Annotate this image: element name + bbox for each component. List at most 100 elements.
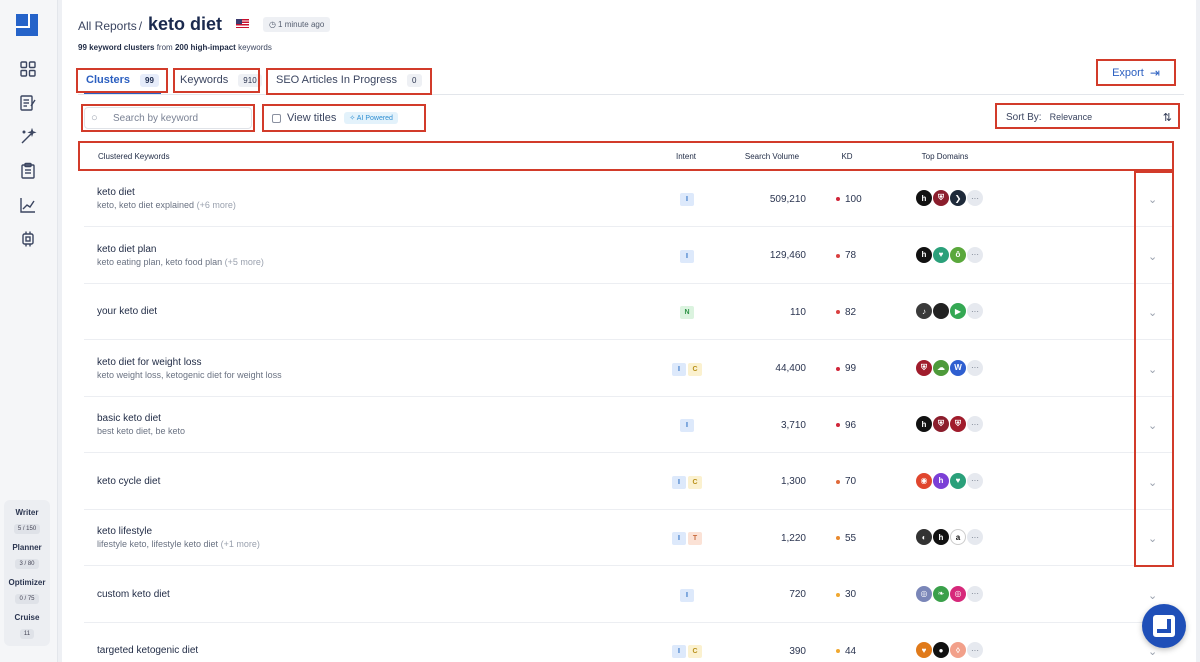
domain-favicon-icon[interactable]: ●	[933, 642, 949, 658]
domain-favicon-icon[interactable]: h	[916, 246, 932, 263]
app-logo-icon[interactable]	[16, 14, 38, 36]
cluster-keyword-title[interactable]: your keto diet	[97, 306, 157, 317]
table-row[interactable]: keto cycle diet I C 1,300 70 ◉ h ♥ ··· ⌄	[84, 454, 1172, 510]
domain-favicon-icon[interactable]: ♥	[950, 472, 966, 489]
view-titles-checkbox[interactable]	[272, 113, 281, 123]
cluster-keyword-title[interactable]: keto lifestyle	[97, 526, 152, 537]
cluster-keyword-title[interactable]: custom keto diet	[97, 589, 170, 600]
chevron-down-icon[interactable]: ⌄	[1148, 476, 1157, 489]
chevron-down-icon[interactable]: ⌄	[1148, 645, 1157, 658]
header-volume[interactable]: Search Volume	[740, 143, 804, 169]
intent-badge: I	[680, 419, 694, 432]
more-domains-icon[interactable]: ···	[967, 416, 983, 432]
cluster-keyword-title[interactable]: keto cycle diet	[97, 476, 160, 487]
domain-favicon-icon[interactable]: ◎	[916, 585, 932, 602]
more-domains-icon[interactable]: ···	[967, 472, 983, 489]
kd-indicator-dot	[836, 366, 840, 371]
domain-favicon-icon[interactable]: ❧	[933, 585, 949, 602]
domain-favicon-icon[interactable]: h	[933, 529, 949, 545]
more-domains-icon[interactable]: ···	[967, 303, 983, 319]
domain-favicon-icon[interactable]: ◎	[950, 585, 966, 602]
chevron-down-icon[interactable]: ⌄	[1148, 532, 1157, 545]
dashboard-grid-icon[interactable]	[19, 60, 37, 78]
summary-from: from	[154, 43, 175, 52]
top-domains: h ⛨ ❯ ···	[916, 190, 983, 206]
updated-time-badge: ◷ 1 minute ago	[263, 17, 331, 32]
magic-wand-icon[interactable]	[19, 128, 37, 146]
domain-favicon-icon[interactable]: a	[950, 529, 966, 545]
domain-favicon-icon[interactable]	[933, 303, 949, 319]
tab-seo-articles[interactable]: SEO Articles In Progress 0	[268, 66, 430, 94]
keyword-difficulty: 99	[836, 341, 876, 397]
search-volume: 720	[789, 589, 806, 600]
kd-value: 30	[845, 589, 857, 600]
chart-line-icon[interactable]	[19, 196, 37, 214]
ai-powered-badge: ✧ AI Powered	[344, 112, 398, 124]
chevron-down-icon[interactable]: ⌄	[1148, 193, 1157, 206]
search-input[interactable]: ○ Search by keyword	[84, 107, 252, 129]
table-row[interactable]: basic keto diet best keto diet, be keto I 3…	[84, 397, 1172, 453]
table-row[interactable]: targeted ketogenic diet I C 390 44 ♥ ● ◊ ··· ⌄	[84, 623, 1172, 662]
table-row[interactable]: your keto diet N 110 82 ♪ ▶ ··· ⌄	[84, 284, 1172, 340]
cluster-keyword-title[interactable]: targeted ketogenic diet	[97, 645, 198, 656]
usage-count: 3 / 80	[15, 559, 39, 569]
cluster-keyword-title[interactable]: keto diet	[97, 187, 135, 198]
tab-clusters[interactable]: Clusters 99	[78, 66, 167, 94]
domain-favicon-icon[interactable]: ◊	[950, 642, 966, 658]
header-keywords[interactable]: Clustered Keywords	[98, 143, 170, 169]
domain-favicon-icon[interactable]: ☁	[933, 359, 949, 376]
cluster-keyword-title[interactable]: keto diet plan	[97, 244, 157, 255]
chip-icon[interactable]	[19, 230, 37, 248]
kd-indicator-dot	[836, 536, 840, 540]
cluster-keyword-title[interactable]: keto diet for weight loss	[97, 357, 202, 368]
domain-favicon-icon[interactable]: h	[916, 190, 932, 206]
domain-favicon-icon[interactable]: ♪	[916, 303, 932, 319]
table-row[interactable]: keto lifestyle lifestyle keto, lifestyle …	[84, 510, 1172, 566]
cluster-keyword-subtitle: best keto diet, be keto	[97, 426, 185, 436]
sort-select[interactable]: Sort By: Relevance ⇅	[998, 106, 1178, 128]
domain-favicon-icon[interactable]: h	[916, 416, 932, 432]
clipboard-icon[interactable]	[19, 162, 37, 180]
domain-favicon-icon[interactable]: W	[950, 359, 966, 376]
header-intent[interactable]: Intent	[658, 143, 714, 169]
domain-favicon-icon[interactable]: ô	[950, 246, 966, 263]
chevron-down-icon[interactable]: ⌄	[1148, 306, 1157, 319]
domain-favicon-icon[interactable]: ❯	[950, 190, 966, 206]
table-row[interactable]: custom keto diet I 720 30 ◎ ❧ ◎ ··· ⌄	[84, 567, 1172, 623]
usage-label: Writer	[15, 508, 39, 517]
more-domains-icon[interactable]: ···	[967, 246, 983, 263]
help-chat-button[interactable]	[1142, 604, 1186, 648]
header-kd[interactable]: KD	[832, 143, 862, 169]
domain-favicon-icon[interactable]: ♥	[933, 246, 949, 263]
domain-favicon-icon[interactable]: h	[933, 472, 949, 489]
more-domains-icon[interactable]: ···	[967, 529, 983, 545]
chevron-down-icon[interactable]: ⌄	[1148, 250, 1157, 263]
more-domains-icon[interactable]: ···	[967, 585, 983, 602]
domain-favicon-icon[interactable]: ♥	[916, 642, 932, 658]
view-titles-toggle[interactable]: View titles ✧ AI Powered	[272, 108, 398, 128]
table-row[interactable]: keto diet plan keto eating plan, keto foo…	[84, 228, 1172, 284]
edit-document-icon[interactable]	[19, 94, 37, 112]
breadcrumb-all-reports[interactable]: All Reports	[78, 19, 137, 33]
report-summary: 99 keyword clusters from 200 high-impact…	[78, 43, 272, 52]
domain-favicon-icon[interactable]: ▶	[950, 303, 966, 319]
chevron-down-icon[interactable]: ⌄	[1148, 589, 1157, 602]
domain-favicon-icon[interactable]: ⛨	[916, 359, 932, 376]
chevron-down-icon[interactable]: ⌄	[1148, 363, 1157, 376]
tab-keywords[interactable]: Keywords 910	[172, 66, 270, 94]
cluster-keyword-title[interactable]: basic keto diet	[97, 413, 161, 424]
cluster-keyword-list: best keto diet, be keto	[97, 426, 186, 436]
table-row[interactable]: keto diet for weight loss keto weight los…	[84, 341, 1172, 397]
export-button[interactable]: Export ⇥	[1098, 62, 1174, 84]
domain-favicon-icon[interactable]: ⛨	[950, 416, 966, 432]
domain-favicon-icon[interactable]: ◐	[916, 529, 932, 545]
domain-favicon-icon[interactable]: ◉	[916, 472, 932, 489]
sort-order-icon[interactable]: ⇅	[1163, 111, 1172, 124]
more-domains-icon[interactable]: ···	[967, 359, 983, 376]
domain-favicon-icon[interactable]: ⛨	[933, 190, 949, 206]
chevron-down-icon[interactable]: ⌄	[1148, 419, 1157, 432]
table-row[interactable]: keto diet keto, keto diet explained (+6 m…	[84, 171, 1172, 227]
more-domains-icon[interactable]: ···	[967, 642, 983, 658]
domain-favicon-icon[interactable]: ⛨	[933, 416, 949, 432]
more-domains-icon[interactable]: ···	[967, 190, 983, 206]
